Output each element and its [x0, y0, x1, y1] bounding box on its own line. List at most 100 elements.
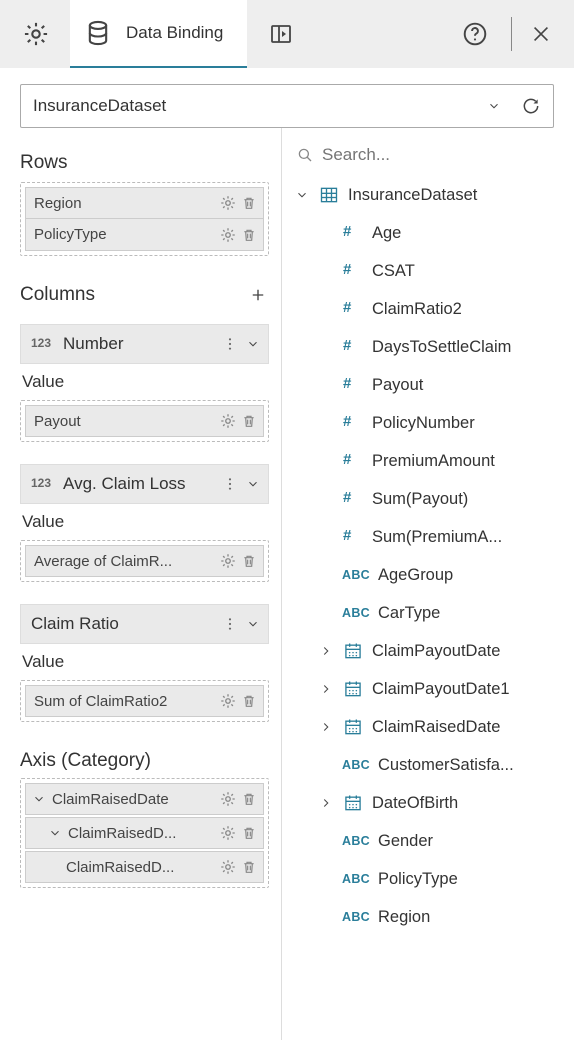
- tree-item-label: AgeGroup: [378, 566, 564, 585]
- tree-item-label: PremiumAmount: [372, 452, 564, 471]
- column-group-avg-claim-loss[interactable]: 123 Avg. Claim Loss: [20, 464, 269, 504]
- value-dropzone[interactable]: Sum of ClaimRatio2: [20, 680, 269, 722]
- value-chip[interactable]: Sum of ClaimRatio2: [25, 685, 264, 717]
- tree-item-label: PolicyType: [378, 870, 564, 889]
- value-chip[interactable]: Payout: [25, 405, 264, 437]
- gear-icon[interactable]: [219, 858, 237, 876]
- tree-expand[interactable]: [318, 720, 334, 734]
- tree-item[interactable]: ABCRegion: [288, 898, 564, 936]
- numeric-prefix: 123: [31, 476, 51, 490]
- number-icon: #: [342, 413, 364, 433]
- kebab-icon[interactable]: [222, 476, 238, 492]
- add-column-button[interactable]: [249, 286, 267, 304]
- kebab-icon[interactable]: [222, 336, 238, 352]
- tree-root[interactable]: InsuranceDataset: [288, 176, 564, 214]
- chevron-down-icon[interactable]: [246, 477, 260, 491]
- column-group-label: Claim Ratio: [31, 614, 214, 634]
- value-dropzone[interactable]: Average of ClaimR...: [20, 540, 269, 582]
- tree-item[interactable]: #CSAT: [288, 252, 564, 290]
- trash-icon[interactable]: [241, 227, 257, 243]
- tree-item[interactable]: ABCCustomerSatisfa...: [288, 746, 564, 784]
- tree-item[interactable]: ABCGender: [288, 822, 564, 860]
- gear-icon[interactable]: [219, 692, 237, 710]
- chevron-down-icon[interactable]: [246, 337, 260, 351]
- gear-icon[interactable]: [219, 824, 237, 842]
- tree-item[interactable]: #Sum(Payout): [288, 480, 564, 518]
- axis-chip-label: ClaimRaisedDate: [52, 791, 213, 808]
- settings-button[interactable]: [8, 6, 64, 62]
- refresh-icon[interactable]: [521, 96, 541, 116]
- dataset-selector-row: InsuranceDataset: [0, 68, 574, 128]
- chevron-down-icon[interactable]: [32, 792, 46, 806]
- tree-item[interactable]: #Payout: [288, 366, 564, 404]
- trash-icon[interactable]: [241, 195, 257, 211]
- trash-icon[interactable]: [241, 693, 257, 709]
- axis-dropzone[interactable]: ClaimRaisedDate ClaimRaisedD... ClaimRai…: [20, 778, 269, 888]
- left-panel: Rows Region PolicyType Columns: [0, 128, 282, 1040]
- tree-item[interactable]: ClaimRaisedDate: [288, 708, 564, 746]
- gear-icon[interactable]: [219, 226, 237, 244]
- tab-data-binding[interactable]: Data Binding: [70, 0, 247, 68]
- text-icon: ABC: [342, 758, 370, 772]
- chevron-down-icon: [487, 99, 501, 113]
- calendar-icon: [343, 641, 363, 661]
- help-button[interactable]: [447, 6, 503, 62]
- trash-icon[interactable]: [241, 825, 257, 841]
- column-group-number[interactable]: 123 Number: [20, 324, 269, 364]
- axis-chip[interactable]: ClaimRaisedDate: [25, 783, 264, 815]
- chevron-down-icon[interactable]: [246, 617, 260, 631]
- tree-item[interactable]: #Sum(PremiumA...: [288, 518, 564, 556]
- gear-icon[interactable]: [219, 194, 237, 212]
- tree-item[interactable]: ClaimPayoutDate1: [288, 670, 564, 708]
- tree-item[interactable]: #PremiumAmount: [288, 442, 564, 480]
- gear-icon[interactable]: [219, 790, 237, 808]
- calendar-icon: [342, 679, 364, 699]
- table-icon: [319, 185, 339, 205]
- gear-icon[interactable]: [219, 552, 237, 570]
- tree-item[interactable]: ABCCarType: [288, 594, 564, 632]
- number-icon: #: [342, 223, 364, 243]
- chevron-right-icon: [319, 796, 333, 810]
- panel-toggle-button[interactable]: [253, 6, 309, 62]
- calendar-icon: [342, 641, 364, 661]
- tree-item[interactable]: #ClaimRatio2: [288, 290, 564, 328]
- rows-dropzone[interactable]: Region PolicyType: [20, 182, 269, 256]
- axis-chip[interactable]: ClaimRaisedD...: [25, 851, 264, 883]
- column-group-claim-ratio[interactable]: Claim Ratio: [20, 604, 269, 644]
- axis-chip[interactable]: ClaimRaisedD...: [25, 817, 264, 849]
- panel-icon: [269, 22, 293, 46]
- search-input[interactable]: [320, 144, 560, 166]
- row-chip[interactable]: PolicyType: [25, 219, 264, 251]
- value-label: Value: [20, 364, 269, 400]
- trash-icon[interactable]: [241, 553, 257, 569]
- row-chip[interactable]: Region: [25, 187, 264, 219]
- dataset-selector[interactable]: InsuranceDataset: [20, 84, 554, 128]
- number-icon: #: [342, 375, 364, 395]
- tree-item[interactable]: #Age: [288, 214, 564, 252]
- tree-item[interactable]: ClaimPayoutDate: [288, 632, 564, 670]
- close-button[interactable]: [520, 6, 562, 62]
- database-icon: [84, 19, 112, 47]
- tree-item[interactable]: DateOfBirth: [288, 784, 564, 822]
- tree-item[interactable]: #DaysToSettleClaim: [288, 328, 564, 366]
- chevron-down-icon[interactable]: [48, 826, 62, 840]
- tree-item[interactable]: ABCPolicyType: [288, 860, 564, 898]
- trash-icon[interactable]: [241, 413, 257, 429]
- value-dropzone[interactable]: Payout: [20, 400, 269, 442]
- trash-icon[interactable]: [241, 859, 257, 875]
- kebab-icon[interactable]: [222, 616, 238, 632]
- value-chip[interactable]: Average of ClaimR...: [25, 545, 264, 577]
- gear-icon: [22, 20, 50, 48]
- tree-item-label: Sum(Payout): [372, 490, 564, 509]
- tree-expand[interactable]: [318, 796, 334, 810]
- tree-item-label: ClaimPayoutDate1: [372, 680, 564, 699]
- tree-item[interactable]: #PolicyNumber: [288, 404, 564, 442]
- tree-expand[interactable]: [318, 644, 334, 658]
- trash-icon[interactable]: [241, 791, 257, 807]
- text-icon: ABC: [342, 834, 370, 848]
- rows-title: Rows: [20, 152, 68, 174]
- tree-expand[interactable]: [318, 682, 334, 696]
- tree-item[interactable]: ABCAgeGroup: [288, 556, 564, 594]
- gear-icon[interactable]: [219, 412, 237, 430]
- toolbar-separator: [511, 17, 512, 51]
